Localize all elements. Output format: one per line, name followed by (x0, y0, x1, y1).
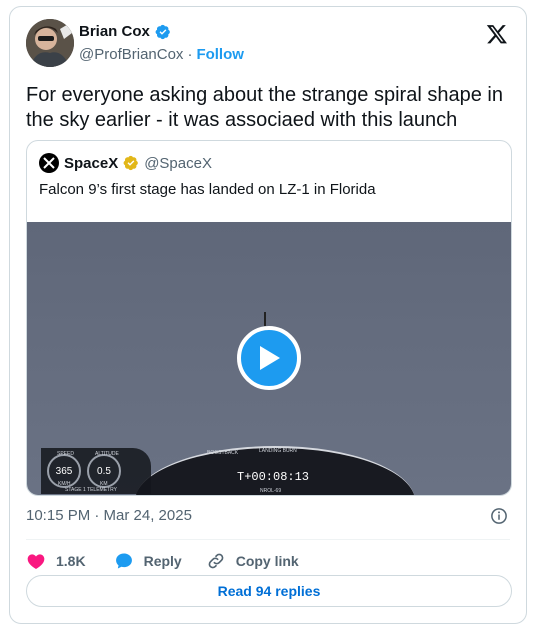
play-icon (260, 346, 280, 370)
author-handle-row: @ProfBrianCox · Follow (79, 46, 244, 63)
mission-name: NROL-69 (260, 488, 282, 494)
mission-clock: T+00:08:13 (237, 470, 310, 484)
action-bar: 1.8K Reply Copy link (26, 551, 299, 571)
quoted-text: Falcon 9’s first stage has landed on LZ-… (39, 181, 376, 198)
read-replies-button[interactable]: Read 94 replies (26, 575, 512, 607)
altitude-label: ALTITUDE (95, 451, 119, 457)
speed-label: SPEED (57, 451, 74, 457)
quoted-tweet[interactable]: SpaceX @SpaceX Falcon 9’s first stage ha… (26, 140, 512, 496)
stage-label: STAGE 1 TELEMETRY (65, 487, 117, 493)
handle-separator: · (187, 46, 193, 63)
video-player[interactable]: 365 0.5 SPEED ALTITUDE KM/H KM STAGE 1 T… (27, 222, 511, 495)
speed-value: 365 (55, 465, 73, 477)
rocket-booster (264, 312, 266, 326)
tweet-card: Brian Cox @ProfBrianCox · Follow For eve… (9, 6, 527, 624)
verified-badge-icon (155, 24, 170, 39)
reply-bubble-icon (115, 553, 132, 569)
divider (26, 539, 510, 540)
altitude-value: 0.5 (97, 465, 111, 477)
link-icon (208, 553, 224, 569)
copy-link-button[interactable]: Copy link (206, 551, 299, 571)
x-logo-icon[interactable] (486, 23, 508, 45)
quoted-header: SpaceX @SpaceX (39, 153, 212, 173)
reply-button[interactable]: Reply (114, 551, 182, 571)
author-display-name[interactable]: Brian Cox (79, 23, 150, 40)
author-avatar[interactable] (26, 19, 74, 67)
author-handle[interactable]: @ProfBrianCox (79, 46, 183, 63)
gold-verified-badge-icon (123, 155, 139, 171)
telemetry-gauges: 365 0.5 SPEED ALTITUDE KM/H KM STAGE 1 T… (41, 448, 151, 494)
spacex-avatar[interactable] (39, 153, 59, 173)
quoted-display-name[interactable]: SpaceX (64, 155, 118, 172)
telemetry-overlay: 365 0.5 SPEED ALTITUDE KM/H KM STAGE 1 T… (27, 446, 511, 495)
quoted-handle[interactable]: @SpaceX (144, 155, 212, 172)
arc-label-landing: LANDING BURN (259, 448, 297, 454)
play-button[interactable] (237, 326, 301, 390)
spacex-logo-icon (43, 157, 55, 169)
author-name-row: Brian Cox (79, 23, 171, 40)
info-icon[interactable] (490, 507, 508, 525)
tweet-text: For everyone asking about the strange sp… (26, 84, 503, 131)
copy-link-label: Copy link (235, 553, 299, 569)
like-button[interactable]: 1.8K (26, 551, 86, 571)
heart-icon (27, 554, 45, 569)
arc-label-boostback: BOOSTBACK (207, 450, 239, 456)
like-count: 1.8K (56, 553, 86, 569)
follow-button[interactable]: Follow (196, 46, 244, 63)
reply-label: Reply (143, 553, 182, 569)
tweet-timestamp[interactable]: 10:15 PM · Mar 24, 2025 (26, 507, 192, 524)
